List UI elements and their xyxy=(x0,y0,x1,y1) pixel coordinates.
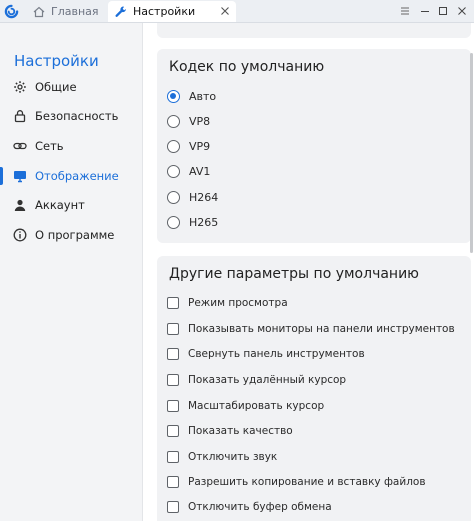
codec-option-av1[interactable]: AV1 xyxy=(167,165,210,178)
option-show-quality[interactable]: Показать качество xyxy=(167,425,293,437)
menu-icon[interactable] xyxy=(398,4,412,18)
title-bar: Главная Настройки xyxy=(0,0,474,23)
option-view-mode[interactable]: Режим просмотра xyxy=(167,297,288,309)
codec-section-card: Кодек по умолчанию Авто VP8 VP9 AV1 H264… xyxy=(157,49,471,243)
checkbox[interactable] xyxy=(167,348,179,360)
sidebar-item-label: Отображение xyxy=(35,169,119,183)
option-label: Масштабировать курсор xyxy=(188,400,325,412)
checkbox[interactable] xyxy=(167,297,179,309)
home-icon xyxy=(33,6,45,17)
checkbox[interactable] xyxy=(167,451,179,463)
codec-option-h265[interactable]: H265 xyxy=(167,216,218,229)
wrench-icon xyxy=(115,5,126,17)
tab-home[interactable]: Главная xyxy=(24,1,104,22)
codec-option-label: H264 xyxy=(189,191,219,204)
sidebar-item-display[interactable]: Отображение xyxy=(0,163,143,189)
gear-icon xyxy=(14,81,26,93)
codec-option-auto[interactable]: Авто xyxy=(167,90,216,103)
info-icon xyxy=(13,228,27,242)
lock-icon xyxy=(14,110,26,123)
radio-button[interactable] xyxy=(167,140,180,153)
sidebar-item-network[interactable]: Сеть xyxy=(0,133,143,159)
option-label: Показать качество xyxy=(188,425,293,437)
tab-settings[interactable]: Настройки xyxy=(108,1,236,22)
codec-option-label: VP8 xyxy=(189,115,211,128)
sidebar-item-label: Аккаунт xyxy=(35,198,85,212)
radio-button-checked[interactable] xyxy=(167,90,180,103)
minimize-icon[interactable] xyxy=(418,4,432,18)
option-collapse-toolbar[interactable]: Свернуть панель инструментов xyxy=(167,348,365,360)
option-label: Разрешить копирование и вставку файлов xyxy=(188,476,426,488)
other-defaults-card: Другие параметры по умолчанию Режим прос… xyxy=(157,256,471,521)
codec-option-label: H265 xyxy=(189,216,219,229)
option-allow-file-copy-paste[interactable]: Разрешить копирование и вставку файлов xyxy=(167,476,426,488)
codec-option-vp8[interactable]: VP8 xyxy=(167,115,210,128)
sidebar-title: Настройки xyxy=(14,52,99,70)
sidebar-item-security[interactable]: Безопасность xyxy=(0,103,143,129)
checkbox[interactable] xyxy=(167,425,179,437)
option-mute-audio[interactable]: Отключить звук xyxy=(167,451,277,463)
option-label: Показать удалённый курсор xyxy=(188,374,347,386)
checkbox[interactable] xyxy=(167,374,179,386)
link-icon xyxy=(13,142,27,150)
sidebar-item-label: Безопасность xyxy=(35,109,119,123)
sidebar-item-label: Общие xyxy=(35,80,77,94)
scrollbar[interactable] xyxy=(470,53,473,253)
option-scale-cursor[interactable]: Масштабировать курсор xyxy=(167,400,324,412)
tab-home-label: Главная xyxy=(51,5,99,18)
settings-content: Кодек по умолчанию Авто VP8 VP9 AV1 H264… xyxy=(144,23,474,521)
option-show-monitors[interactable]: Показывать мониторы на панели инструмент… xyxy=(167,323,455,335)
option-show-remote-cursor[interactable]: Показать удалённый курсор xyxy=(167,374,346,386)
radio-button[interactable] xyxy=(167,165,180,178)
checkbox[interactable] xyxy=(167,400,179,412)
option-label: Показывать мониторы на панели инструмент… xyxy=(188,323,455,335)
tab-close-icon[interactable] xyxy=(220,6,230,16)
sidebar: Настройки Общие Безопасность Сеть Отобра… xyxy=(0,23,143,521)
radio-button[interactable] xyxy=(167,191,180,204)
codec-option-h264[interactable]: H264 xyxy=(167,191,218,204)
codec-option-vp9[interactable]: VP9 xyxy=(167,140,210,153)
option-label: Свернуть панель инструментов xyxy=(188,348,365,360)
checkbox[interactable] xyxy=(167,323,179,335)
sidebar-item-about[interactable]: О программе xyxy=(0,222,143,248)
app-logo-icon xyxy=(4,4,19,19)
option-label: Отключить звук xyxy=(188,451,278,463)
previous-section-card xyxy=(157,23,471,38)
codec-option-label: AV1 xyxy=(189,165,211,178)
sidebar-item-account[interactable]: Аккаунт xyxy=(0,192,143,218)
codec-option-label: Авто xyxy=(189,90,217,103)
checkbox[interactable] xyxy=(167,476,179,488)
sidebar-item-general[interactable]: Общие xyxy=(0,74,143,100)
radio-button[interactable] xyxy=(167,115,180,128)
checkbox[interactable] xyxy=(167,501,179,513)
tab-settings-label: Настройки xyxy=(133,5,196,18)
sidebar-item-label: О программе xyxy=(35,228,115,242)
sidebar-item-label: Сеть xyxy=(35,139,64,153)
user-icon xyxy=(14,199,26,211)
radio-button[interactable] xyxy=(167,216,180,229)
monitor-icon xyxy=(14,171,26,183)
other-defaults-title: Другие параметры по умолчанию xyxy=(169,266,419,282)
option-label: Режим просмотра xyxy=(188,297,288,309)
option-label: Отключить буфер обмена xyxy=(188,501,332,513)
codec-option-label: VP9 xyxy=(189,140,211,153)
maximize-icon[interactable] xyxy=(436,4,450,18)
codec-section-title: Кодек по умолчанию xyxy=(169,59,325,75)
close-icon[interactable] xyxy=(455,4,469,18)
option-disable-clipboard[interactable]: Отключить буфер обмена xyxy=(167,501,332,513)
